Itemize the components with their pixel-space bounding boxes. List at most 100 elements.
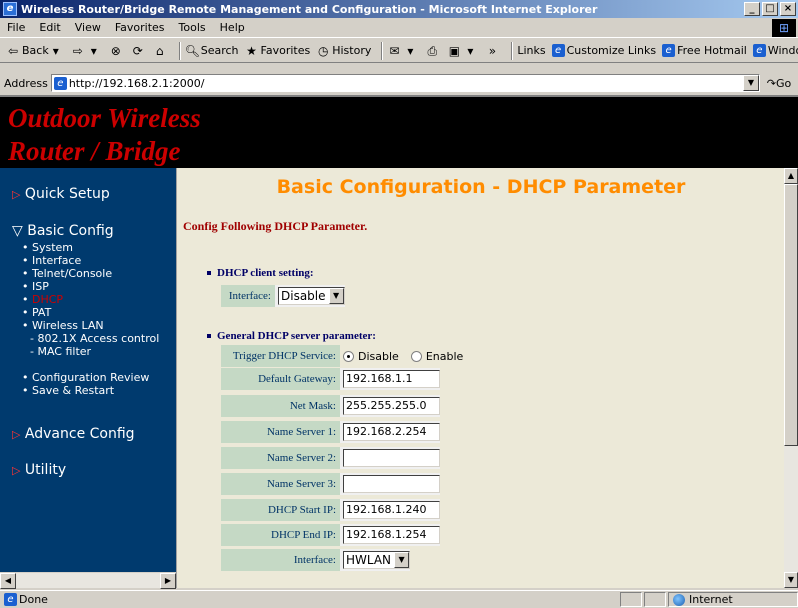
toolbar: ⇦ Back ▾ ⇨ ▾ ⊗ ⟳ ⌂ 🔍︎ Search ★ Favorites… — [0, 39, 798, 63]
status-cell — [620, 592, 642, 607]
status-bar: e Done Internet — [0, 590, 798, 608]
section-label: DHCP client setting: — [217, 267, 314, 279]
mail-icon: ✉ — [389, 43, 400, 58]
trigger-dhcp-row: Trigger DHCP Service: Disable Enable — [221, 345, 475, 367]
scroll-up-button[interactable]: ▲ — [784, 168, 798, 184]
name-server-3-input[interactable] — [343, 475, 440, 493]
triangle-right-icon: ▷ — [12, 464, 21, 477]
menu-edit[interactable]: Edit — [32, 21, 67, 34]
name-server-2-input[interactable] — [343, 449, 440, 467]
triangle-right-icon: ▷ — [12, 188, 21, 201]
scroll-down-button[interactable]: ▼ — [784, 572, 798, 588]
title-bar: e Wireless Router/Bridge Remote Manageme… — [0, 0, 798, 18]
sidebar-item-utility[interactable]: ▷ Utility — [12, 462, 66, 478]
menu-tools[interactable]: Tools — [172, 21, 213, 34]
dhcp-server-section-heading: General DHCP server parameter: — [207, 330, 376, 342]
sidebar-item-advance-config[interactable]: ▷ Advance Config — [12, 426, 135, 442]
main-vertical-scrollbar[interactable]: ▲ ▼ — [784, 168, 798, 588]
scroll-right-button[interactable]: ▶ — [160, 573, 176, 589]
menu-help[interactable]: Help — [213, 21, 252, 34]
trigger-enable-radio[interactable]: Enable — [410, 350, 463, 363]
sidebar-subitem-isp[interactable]: • ISP — [22, 280, 49, 293]
ie-page-icon: e — [53, 76, 67, 90]
default-gateway-label: Default Gateway: — [221, 368, 340, 390]
sidebar-subitem-label: System — [32, 241, 74, 254]
sidebar-subitem-telnet-console[interactable]: • Telnet/Console — [22, 267, 112, 280]
history-icon: ◷ — [317, 43, 329, 58]
sidebar-subitem-mac-filter[interactable]: - MAC filter — [30, 345, 91, 358]
trigger-dhcp-cell: Disable Enable — [340, 345, 475, 367]
net-mask-input[interactable]: 255.255.255.0 — [343, 397, 440, 415]
windows-logo-icon: ⊞ — [772, 19, 796, 37]
dhcp-end-ip-input[interactable]: 192.168.1.254 — [343, 526, 440, 544]
sidebar-subitem-label: Wireless LAN — [32, 319, 104, 332]
name-server-1-cell: 192.168.2.254 — [340, 421, 440, 443]
sidebar-item-basic-config[interactable]: ▽ Basic Config — [12, 223, 114, 239]
address-input[interactable]: e http://192.168.2.1:2000/ ▼ — [50, 74, 760, 92]
chevron-down-icon: ▼ — [394, 552, 410, 568]
scroll-thumb[interactable] — [784, 184, 798, 446]
brand-line-1: Outdoor Wireless — [8, 103, 201, 133]
toolbar-separator — [381, 41, 384, 60]
client-interface-label: Interface: — [221, 285, 275, 307]
history-button[interactable]: ◷ History — [316, 44, 371, 58]
security-zone-label: Internet — [689, 593, 733, 606]
close-button[interactable]: × — [780, 2, 796, 16]
dhcp-end-ip-row: DHCP End IP: 192.168.1.254 — [221, 524, 440, 546]
menu-view[interactable]: View — [68, 21, 108, 34]
search-button[interactable]: 🔍︎ Search — [185, 44, 239, 58]
refresh-button[interactable]: ⟳ — [131, 44, 147, 58]
sidebar-subitem-system[interactable]: • System — [22, 241, 73, 254]
stop-button[interactable]: ⊗ — [109, 44, 125, 58]
server-interface-label: Interface: — [221, 549, 340, 571]
sidebar-subitem-configuration-review[interactable]: • Configuration Review — [22, 371, 149, 384]
section-label: General DHCP server parameter: — [217, 330, 376, 342]
address-dropdown-button[interactable]: ▼ — [743, 75, 759, 91]
dhcp-client-section-heading: DHCP client setting: — [207, 267, 314, 279]
favorites-button[interactable]: ★ Favorites — [245, 44, 310, 58]
default-gateway-input[interactable]: 192.168.1.1 — [343, 370, 440, 388]
sidebar-subitem-8021x[interactable]: - 802.1X Access control — [30, 332, 159, 345]
toolbar-overflow-button[interactable]: » — [485, 44, 501, 58]
dhcp-end-ip-label: DHCP End IP: — [221, 524, 340, 546]
home-button[interactable]: ⌂ — [153, 44, 169, 58]
mail-button[interactable]: ✉ ▾ — [387, 44, 419, 58]
sidebar-subitem-dhcp[interactable]: • DHCP — [22, 293, 63, 306]
dhcp-start-ip-cell: 192.168.1.240 — [340, 499, 440, 521]
dhcp-start-ip-input[interactable]: 192.168.1.240 — [343, 501, 440, 519]
sidebar-subitem-label: Configuration Review — [32, 371, 150, 384]
sidebar-item-label: Utility — [24, 462, 67, 478]
sidebar-subitem-save-restart[interactable]: • Save & Restart — [22, 384, 114, 397]
address-url: http://192.168.2.1:2000/ — [68, 76, 205, 90]
print-button[interactable]: ⎙ — [425, 44, 441, 58]
sidebar-subitem-wireless-lan[interactable]: • Wireless LAN — [22, 319, 104, 332]
sidebar-horizontal-scrollbar[interactable]: ◀ ▶ — [0, 572, 176, 589]
scroll-track[interactable] — [16, 573, 160, 588]
name-server-1-label: Name Server 1: — [221, 421, 340, 443]
page-title: Basic Configuration - DHCP Parameter — [276, 176, 686, 198]
forward-button[interactable]: ⇨ ▾ — [71, 44, 103, 58]
trigger-disable-radio[interactable]: Disable — [343, 350, 399, 363]
page-intro: Config Following DHCP Parameter. — [183, 219, 368, 233]
sidebar-subitem-pat[interactable]: • PAT — [22, 306, 51, 319]
maximize-button[interactable]: □ — [762, 2, 778, 16]
link-windows[interactable]: e Windows — [752, 44, 798, 57]
minimize-button[interactable]: _ — [744, 2, 760, 16]
net-mask-cell: 255.255.255.0 — [340, 395, 440, 417]
sidebar-subitem-interface[interactable]: • Interface — [22, 254, 81, 267]
menu-favorites[interactable]: Favorites — [108, 21, 172, 34]
links-label: Links — [517, 44, 546, 57]
menu-file[interactable]: File — [0, 21, 32, 34]
sidebar-item-quick-setup[interactable]: ▷ Quick Setup — [12, 186, 110, 202]
link-customize-links[interactable]: e Customize Links — [551, 44, 656, 57]
back-button[interactable]: ⇦ Back ▾ — [6, 44, 65, 58]
go-label: Go — [775, 76, 792, 90]
scroll-left-button[interactable]: ◀ — [0, 573, 16, 589]
edit-button[interactable]: ▣ ▾ — [447, 44, 479, 58]
name-server-1-input[interactable]: 192.168.2.254 — [343, 423, 440, 441]
server-interface-select[interactable]: HWLAN ▼ — [343, 551, 411, 569]
link-free-hotmail[interactable]: e Free Hotmail — [662, 44, 747, 57]
go-button[interactable]: ↷ Go — [760, 77, 798, 90]
client-interface-select[interactable]: Disable ▼ — [278, 287, 345, 305]
triangle-down-icon: ▽ — [12, 223, 23, 239]
